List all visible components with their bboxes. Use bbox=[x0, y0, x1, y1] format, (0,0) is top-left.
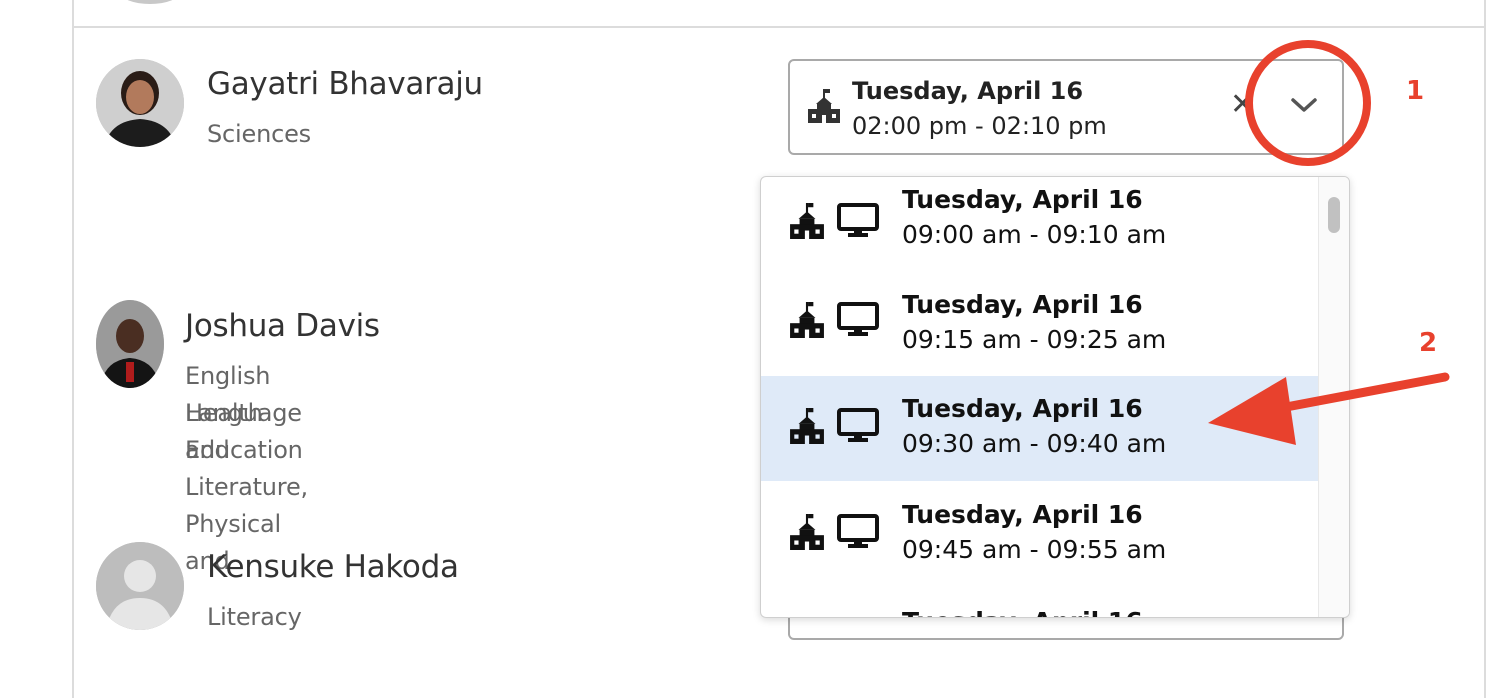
computer-monitor-icon bbox=[837, 408, 879, 446]
school-icon bbox=[808, 89, 840, 127]
slot-date: Tuesday, April 16 bbox=[902, 607, 1143, 617]
school-icon bbox=[787, 203, 827, 243]
slot-option-partial[interactable]: Tuesday, April 16 bbox=[761, 589, 1319, 617]
slot-time: 09:15 am - 09:25 am bbox=[902, 325, 1167, 354]
teacher-name: Kensuke Hakoda bbox=[207, 549, 459, 585]
slot-date: Tuesday, April 16 bbox=[902, 394, 1143, 423]
slot-option[interactable]: Tuesday, April 16 09:15 am - 09:25 am bbox=[761, 272, 1319, 377]
teacher-name: Joshua Davis bbox=[185, 308, 380, 344]
teacher-subject-line2: Health Education bbox=[185, 399, 303, 464]
teacher-name: Gayatri Bhavaraju bbox=[207, 66, 483, 102]
computer-monitor-icon bbox=[837, 514, 879, 552]
selected-slot-date: Tuesday, April 16 bbox=[852, 77, 1084, 105]
scrollbar-thumb[interactable] bbox=[1328, 197, 1340, 233]
computer-monitor-icon bbox=[837, 302, 879, 340]
slot-date: Tuesday, April 16 bbox=[902, 290, 1143, 319]
row-divider bbox=[74, 26, 1484, 28]
teacher-subject: Sciences bbox=[207, 120, 311, 148]
teacher-subject: Literacy bbox=[207, 603, 302, 631]
slot-time: 09:45 am - 09:55 am bbox=[902, 535, 1167, 564]
slot-option[interactable]: Tuesday, April 16 09:45 am - 09:55 am bbox=[761, 482, 1319, 587]
slot-time: 09:30 am - 09:40 am bbox=[902, 429, 1167, 458]
annotation-arrow bbox=[1208, 372, 1450, 445]
school-icon bbox=[787, 514, 827, 554]
avatar bbox=[96, 300, 164, 388]
teacher-subject-line1: English Language and Literature, Physica… bbox=[185, 362, 308, 575]
avatar bbox=[96, 59, 184, 147]
annotation-circle bbox=[1245, 40, 1371, 166]
slot-date: Tuesday, April 16 bbox=[902, 185, 1143, 214]
slot-date: Tuesday, April 16 bbox=[902, 500, 1143, 529]
slot-time: 09:00 am - 09:10 am bbox=[902, 220, 1167, 249]
annotation-number-1: 1 bbox=[1406, 76, 1425, 106]
avatar-placeholder bbox=[96, 542, 184, 630]
selected-slot-time: 02:00 pm - 02:10 pm bbox=[852, 112, 1107, 140]
school-icon bbox=[787, 408, 827, 448]
computer-monitor-icon bbox=[837, 203, 879, 241]
school-icon bbox=[787, 302, 827, 342]
annotation-number-2: 2 bbox=[1419, 328, 1438, 358]
slot-option[interactable]: Tuesday, April 16 09:00 am - 09:10 am bbox=[761, 177, 1319, 282]
